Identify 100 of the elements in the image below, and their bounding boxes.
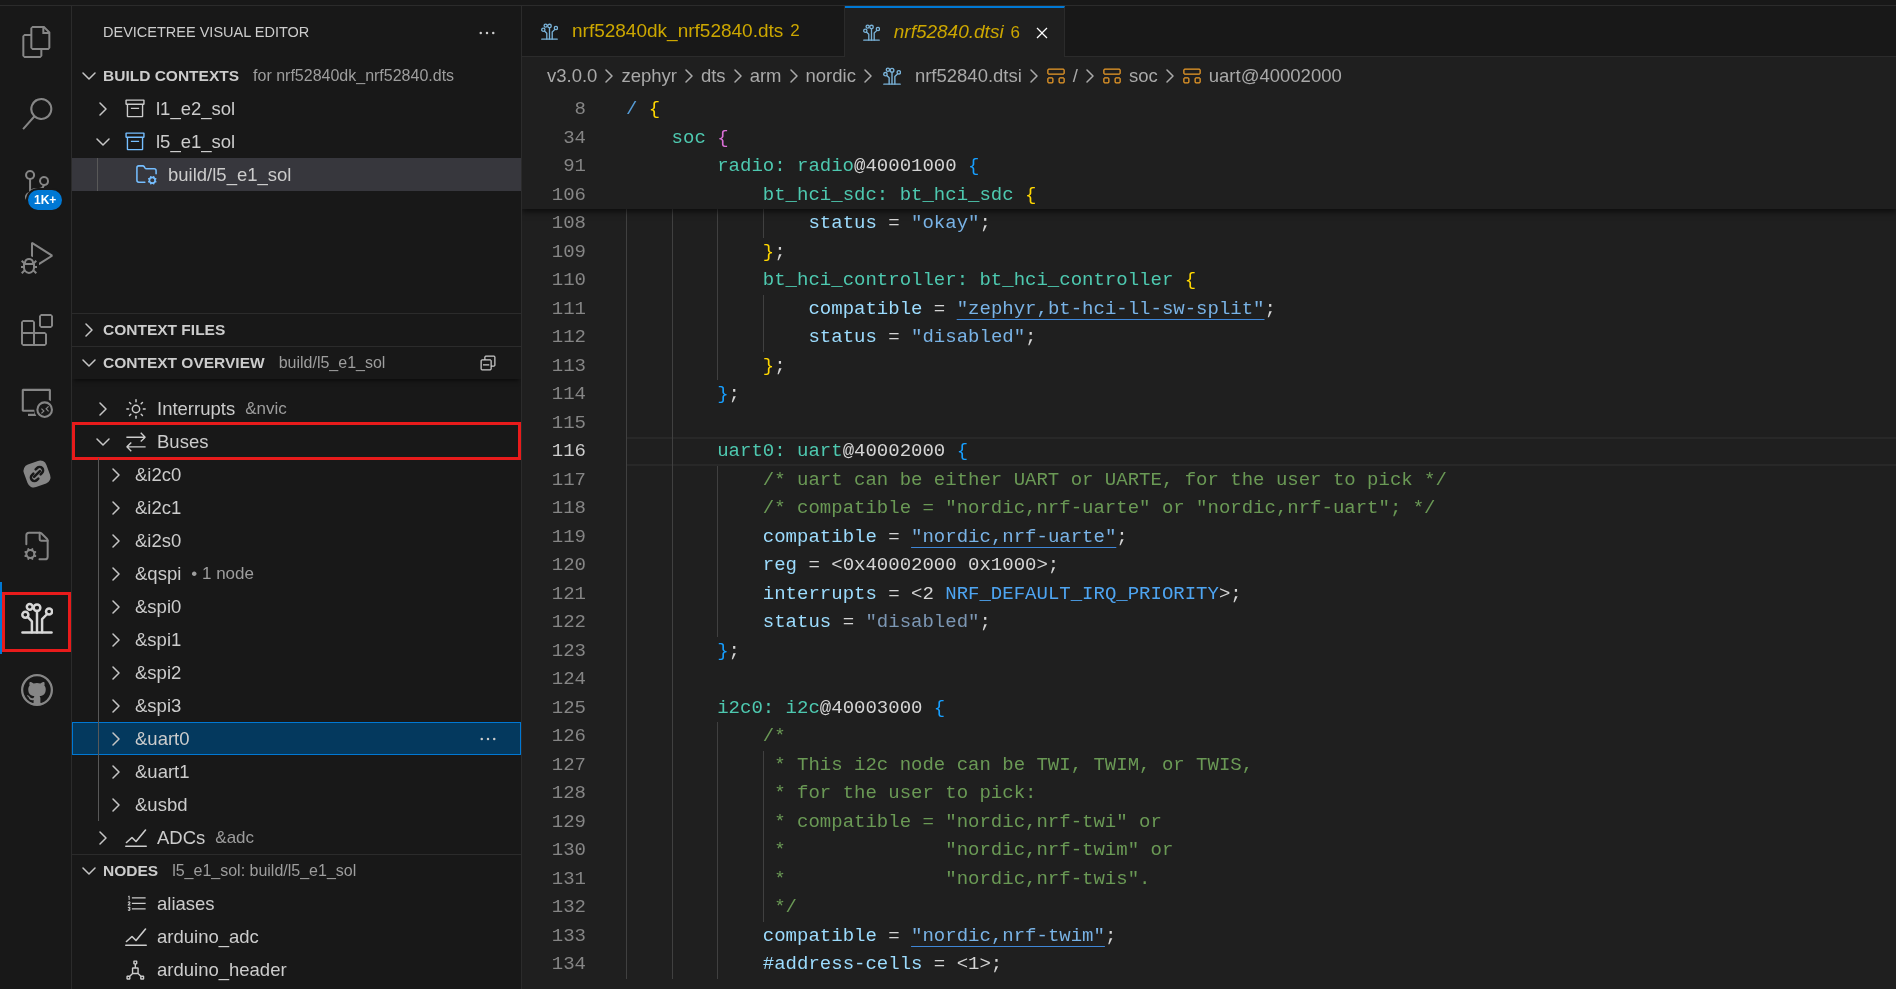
chevron-down-icon[interactable] [95, 437, 110, 446]
breadcrumb-item[interactable]: nrf52840.dtsi [879, 62, 1022, 90]
chevron-down-icon[interactable] [81, 71, 96, 80]
chevron-right-icon[interactable] [98, 401, 107, 416]
problem-count: 2 [790, 20, 800, 43]
section-title[interactable]: CONTEXT FILES [103, 318, 226, 342]
chevron-right-icon [1029, 69, 1038, 83]
line-number: 132 [550, 895, 586, 920]
chevron-right-icon [1165, 69, 1174, 83]
tree-item[interactable]: ADCs &adc [72, 821, 521, 854]
item-description: • 1 node [191, 562, 254, 585]
chevron-down-icon[interactable] [81, 867, 96, 875]
tree-item[interactable]: arduino_header [72, 953, 521, 986]
chevron-right-icon[interactable] [111, 599, 120, 614]
chevron-right-icon[interactable] [111, 632, 120, 647]
code-line: * This i2c node can be TWI, TWIM, or TWIS, [774, 752, 1254, 778]
tree-item[interactable]: &spi3 [72, 689, 521, 722]
chevron-right-icon[interactable] [111, 665, 120, 680]
chevron-right-icon [863, 69, 872, 83]
line-number: 127 [550, 752, 586, 778]
line-number: 130 [550, 838, 586, 863]
line-number: 116 [550, 439, 586, 464]
tree-nodes-icon [882, 67, 901, 85]
tree-item[interactable]: &qspi • 1 node [72, 557, 521, 590]
search-icon [20, 98, 53, 130]
chevron-right-icon[interactable] [111, 500, 120, 515]
line-number: 124 [550, 667, 586, 692]
tree-item[interactable]: &spi1 [72, 623, 521, 656]
breadcrumb-item[interactable]: arm [749, 62, 782, 90]
line-number: 8 [573, 97, 586, 122]
tree-item[interactable]: Interrupts &nvic [72, 392, 521, 425]
breadcrumb-item[interactable]: zephyr [621, 62, 677, 90]
tree-item[interactable]: arduino_adc [72, 920, 521, 953]
tree-item[interactable]: aliases [72, 887, 521, 920]
structure-icon [1102, 66, 1122, 86]
tree-item[interactable]: &spi0 [72, 590, 521, 623]
chevron-right-icon[interactable] [111, 533, 120, 548]
editor-tab[interactable]: nrf52840dk_nrf52840.dts 2 [522, 6, 845, 57]
line-number: 112 [550, 325, 586, 350]
chevron-right-icon[interactable] [84, 323, 93, 337]
tree-item[interactable]: &i2c1 [72, 491, 521, 524]
chevron-right-icon [789, 69, 798, 83]
code-line: * for the user to pick: [774, 781, 1037, 806]
tree-item[interactable]: build/l5_e1_sol [72, 158, 521, 191]
code-line: status = "disabled"; [762, 610, 991, 635]
code-line: i2c0: i2c@40003000 { [717, 695, 946, 721]
sun-icon [125, 397, 147, 420]
code-line: /* uart can be either UART or UARTE, for the user to pick */ [762, 467, 1447, 493]
tree-nodes-icon [541, 22, 558, 40]
line-number: 108 [550, 211, 586, 236]
code-line: / { [626, 97, 661, 122]
line-number: 133 [550, 923, 586, 949]
chevron-right-icon[interactable] [111, 764, 120, 779]
breadcrumb-item[interactable]: nordic [805, 62, 856, 90]
editor-tab[interactable]: nrf52840.dtsi 6 [844, 6, 1066, 57]
tree-item[interactable]: &uart0 [72, 722, 521, 755]
line-number: 34 [562, 125, 586, 151]
breadcrumb-item[interactable]: soc [1102, 62, 1158, 90]
breadcrumb-item[interactable]: uart@40002000 [1181, 62, 1342, 90]
code-line: status = "disabled"; [808, 325, 1037, 350]
chevron-right-icon [684, 69, 693, 83]
chevron-right-icon[interactable] [111, 797, 120, 812]
code-line: /* [762, 724, 786, 749]
tree-nodes-icon [862, 24, 880, 41]
section-title[interactable]: CONTEXT OVERVIEW [103, 351, 265, 375]
chevron-right-icon[interactable] [98, 830, 107, 845]
chevron-down-icon[interactable] [81, 359, 96, 367]
line-number: 121 [550, 581, 586, 607]
tree-item[interactable]: &i2s0 [72, 524, 521, 557]
tree-item[interactable]: l5_e1_sol [72, 125, 521, 158]
tree-item[interactable]: Buses [72, 425, 521, 458]
line-number: 131 [550, 866, 586, 892]
tree-item[interactable]: &spi2 [72, 656, 521, 689]
chevron-right-icon[interactable] [111, 731, 120, 746]
breadcrumb-item[interactable]: / [1045, 62, 1078, 90]
chevron-right-icon[interactable] [111, 698, 120, 713]
line-number: 109 [550, 239, 586, 265]
section-title[interactable]: NODES [103, 859, 159, 883]
line-number: 113 [550, 353, 586, 379]
line-number: 125 [550, 695, 586, 721]
activity-bar-button[interactable]: 1K+ [0, 150, 71, 222]
code-line: #address-cells = <1>; [762, 952, 1003, 977]
breadcrumb-item[interactable]: v3.0.0 [547, 62, 598, 90]
tree-item[interactable]: l1_e2_sol [72, 92, 521, 125]
section-title[interactable]: BUILD CONTEXTS [103, 63, 240, 88]
chevron-right-icon[interactable] [98, 101, 107, 116]
tree-item[interactable]: &uart1 [72, 755, 521, 788]
item-description: &adc [215, 826, 255, 849]
collapse-all-icon[interactable] [478, 353, 498, 373]
code-line: radio: radio@40001000 { [717, 154, 980, 179]
breadcrumb-item[interactable]: dts [700, 62, 726, 90]
code-line: }; [717, 382, 740, 407]
chevron-right-icon[interactable] [111, 467, 120, 482]
tree-item[interactable]: &usbd [72, 788, 521, 821]
count-badge: 1K+ [26, 188, 65, 212]
tree-item[interactable]: &i2c0 [72, 458, 521, 491]
chevron-right-icon[interactable] [111, 566, 120, 581]
hierarchy-icon [125, 958, 147, 981]
chevron-down-icon[interactable] [95, 137, 110, 146]
line-number: 134 [550, 952, 586, 977]
